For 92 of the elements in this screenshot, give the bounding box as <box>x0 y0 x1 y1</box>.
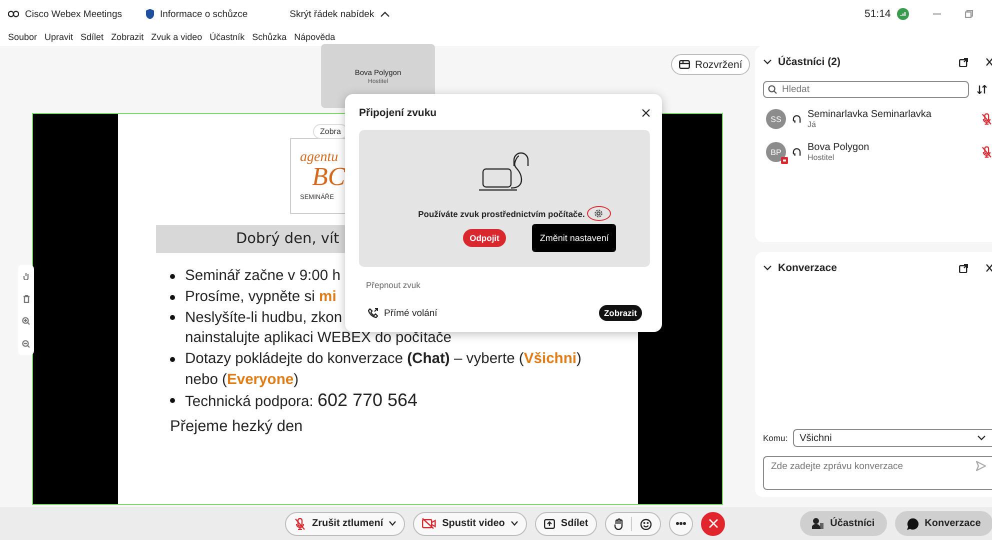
muted-microphone-icon <box>294 518 306 530</box>
leave-meeting-button[interactable] <box>701 512 726 536</box>
close-icon <box>708 519 718 528</box>
pop-out-icon[interactable] <box>959 58 968 66</box>
headset-icon <box>792 147 802 157</box>
change-settings-button[interactable]: Změnit nastavení <box>532 224 616 252</box>
bullet-icon <box>170 398 175 403</box>
restore-icon[interactable] <box>964 10 973 18</box>
start-video-button[interactable]: Spustit video <box>413 512 527 536</box>
slide-text: Neslyšíte-li hudbu, zkon <box>185 310 342 326</box>
chevron-down-icon[interactable] <box>763 265 772 271</box>
view-pill[interactable]: Zobra <box>313 124 348 139</box>
muted-microphone-icon[interactable] <box>980 146 992 158</box>
bullet-icon <box>170 294 175 300</box>
pop-out-icon[interactable] <box>959 264 968 272</box>
menu-item[interactable]: Zvuk a video <box>151 32 202 42</box>
meeting-info-link[interactable]: Informace o schůzce <box>160 8 248 20</box>
headset-icon <box>792 114 802 124</box>
panel-title: Účastníci (2) <box>778 56 840 68</box>
settings-icon[interactable] <box>594 209 604 218</box>
share-icon <box>544 518 555 528</box>
slide-text: nebo (Everyone) <box>185 372 299 388</box>
zoom-in-icon[interactable] <box>22 317 30 326</box>
recipient-label: Komu: <box>763 433 788 443</box>
section-label: Přepnout zvuk <box>366 280 422 290</box>
slide-text: Technická podpora: 602 770 564 <box>185 390 418 411</box>
bullet-icon <box>170 356 175 362</box>
chevron-down-icon[interactable] <box>977 435 986 441</box>
menu-item[interactable]: Sdílet <box>80 32 104 42</box>
logo-text: BC <box>312 165 346 189</box>
video-off-icon <box>422 518 436 529</box>
more-icon <box>676 522 686 525</box>
phone-icon <box>368 308 378 318</box>
meeting-timer: 51:14 <box>864 8 891 20</box>
recipient-dropdown[interactable]: Všichni <box>792 429 992 447</box>
shield-icon <box>146 9 154 19</box>
menu-item[interactable]: Schůzka <box>252 32 287 42</box>
participant-role: Hostitel <box>808 153 836 162</box>
bullet-icon <box>170 315 175 320</box>
person-list-icon <box>812 518 824 529</box>
close-icon[interactable] <box>642 109 650 117</box>
search-icon <box>768 85 777 94</box>
participant-name: Seminarlavka Seminarlavka <box>808 109 932 120</box>
webex-logo-icon <box>8 10 19 18</box>
slide-text: Dotazy pokládejte do konverzace (Chat) – vyberte (Všichni) <box>185 351 582 368</box>
show-button[interactable]: Zobrazit <box>598 305 642 321</box>
chat-bubble-icon <box>906 518 919 530</box>
slide-text: Přejeme hezký den <box>170 418 303 436</box>
menu-item[interactable]: Upravit <box>44 32 74 42</box>
menu-item[interactable]: Nápověda <box>294 32 336 42</box>
participant-role: Já <box>808 120 817 129</box>
search-field[interactable]: Hledat <box>763 81 969 98</box>
message-field[interactable]: Zde zadejte zprávu konverzace <box>763 456 992 490</box>
menu-item[interactable]: Zobrazit <box>111 32 144 42</box>
chevron-down-icon[interactable] <box>763 59 772 65</box>
slide-text: nainstalujte aplikaci WEBEX do počítače <box>185 330 452 346</box>
avatar: BP <box>766 142 786 162</box>
avatar: SS <box>766 109 786 129</box>
unmute-button[interactable]: Zrušit ztlumení <box>285 512 406 536</box>
zoom-out-icon[interactable] <box>22 340 30 348</box>
muted-microphone-icon[interactable] <box>980 113 992 125</box>
close-icon[interactable] <box>986 264 992 272</box>
menu-item[interactable]: Účastník <box>210 32 245 42</box>
dialog-title: Připojení zvuku <box>359 107 437 119</box>
trash-icon[interactable] <box>22 294 30 303</box>
bullet-icon <box>170 274 175 279</box>
close-icon[interactable] <box>986 58 992 66</box>
disconnect-button[interactable]: Odpojit <box>462 229 506 247</box>
menu-item[interactable]: Soubor <box>8 32 38 42</box>
caret-icon <box>389 521 396 526</box>
slide-text: Seminář začne v 9:00 h <box>185 268 340 284</box>
emoji-icon[interactable] <box>640 518 652 530</box>
logo-text: agentu <box>300 151 338 165</box>
layout-icon <box>679 60 690 69</box>
sort-icon[interactable] <box>977 85 987 94</box>
hide-menu-button[interactable]: Skrýt řádek nabídek <box>290 8 374 20</box>
layout-button[interactable]: Rozvržení <box>671 54 750 75</box>
participant-name: Bova Polygon <box>808 142 870 153</box>
app-title: Cisco Webex Meetings <box>25 8 122 20</box>
signal-icon <box>896 8 909 20</box>
call-option-label: Přímé volání <box>384 308 438 318</box>
share-button[interactable]: Sdílet <box>534 512 598 536</box>
panel-title: Konverzace <box>778 262 837 274</box>
slide-heading: Dobrý den, vít <box>236 231 340 247</box>
slide-text: Prosíme, vypněte si mi <box>185 289 336 306</box>
more-button[interactable] <box>669 512 694 536</box>
audio-status-text: Používáte zvuk prostřednictvím počítače. <box>418 208 585 218</box>
chat-button[interactable]: Konverzace <box>894 511 992 536</box>
chevron-up-icon[interactable] <box>380 11 390 17</box>
raise-hand-icon[interactable] <box>614 518 624 530</box>
caret-icon <box>510 521 518 526</box>
participants-button[interactable]: Účastníci <box>800 511 887 536</box>
